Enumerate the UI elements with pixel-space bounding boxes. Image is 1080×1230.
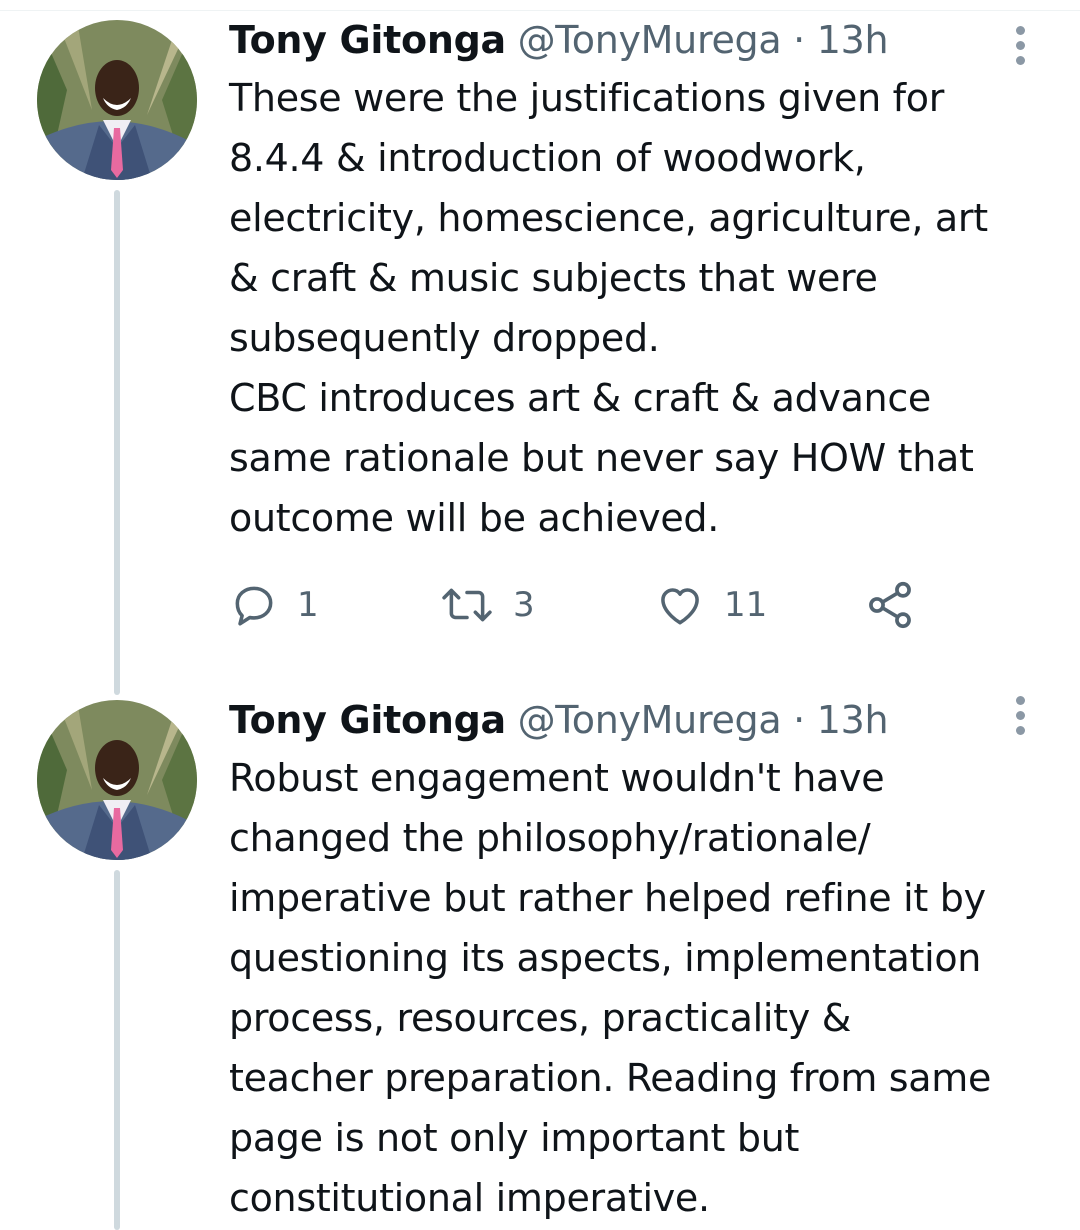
tweet-text-line: changed the philosophy/rationale/ bbox=[229, 816, 871, 860]
tweet-header: Tony Gitonga @TonyMurega · 13h bbox=[229, 5, 889, 75]
tweet-timestamp[interactable]: 13h bbox=[817, 18, 889, 62]
share-button[interactable] bbox=[864, 570, 916, 640]
tweet-text-line: process, resources, practicality & bbox=[229, 996, 852, 1040]
author-handle[interactable]: @TonyMurega bbox=[518, 18, 782, 62]
share-icon bbox=[869, 581, 911, 629]
reply-button[interactable]: 1 bbox=[229, 570, 319, 640]
avatar[interactable] bbox=[37, 20, 197, 180]
more-options-icon[interactable] bbox=[1005, 15, 1035, 75]
retweet-arrows-icon bbox=[442, 588, 492, 622]
header-separator: · bbox=[793, 698, 805, 742]
author-name[interactable]: Tony Gitonga bbox=[229, 698, 506, 742]
tweet-text: Robust engagement wouldn't have changed … bbox=[229, 748, 1059, 1228]
tweet-text-line: & craft & music subjects that were bbox=[229, 256, 878, 300]
tweet-header: Tony Gitonga @TonyMurega · 13h bbox=[229, 685, 889, 755]
tweet[interactable]: Tony Gitonga @TonyMurega · 13h These wer… bbox=[0, 10, 1080, 695]
tweet-timestamp[interactable]: 13h bbox=[817, 698, 889, 742]
tweet-text-line: same rationale but never say HOW that bbox=[229, 436, 974, 480]
more-options-icon[interactable] bbox=[1005, 685, 1035, 745]
like-count: 11 bbox=[724, 585, 768, 625]
like-button[interactable]: 11 bbox=[654, 570, 767, 640]
retweet-button[interactable]: 3 bbox=[439, 570, 535, 640]
tweet-actions: 1 3 11 bbox=[229, 570, 1029, 640]
header-separator: · bbox=[793, 18, 805, 62]
tweet-text-line: subsequently dropped. bbox=[229, 316, 660, 360]
tweet-text-line: Robust engagement wouldn't have bbox=[229, 756, 885, 800]
tweet-text-line: imperative but rather helped refine it b… bbox=[229, 876, 986, 920]
author-name[interactable]: Tony Gitonga bbox=[229, 18, 506, 62]
tweet[interactable]: Tony Gitonga @TonyMurega · 13h Robust en… bbox=[0, 690, 1080, 1230]
reply-count: 1 bbox=[297, 585, 319, 625]
tweet-text-line: page is not only important but bbox=[229, 1116, 800, 1160]
tweet-text-line: electricity, homescience, agriculture, a… bbox=[229, 196, 988, 240]
thread-connector-line bbox=[114, 870, 120, 1230]
tweet-text: These were the justifications given for … bbox=[229, 68, 1059, 548]
speech-bubble-icon bbox=[235, 586, 273, 626]
tweet-text-line: 8.4.4 & introduction of woodwork, bbox=[229, 136, 866, 180]
avatar[interactable] bbox=[37, 700, 197, 860]
tweet-text-line: teacher preparation. Reading from same bbox=[229, 1056, 992, 1100]
tweet-text-line: CBC introduces art & craft & advance bbox=[229, 376, 932, 420]
author-handle[interactable]: @TonyMurega bbox=[518, 698, 782, 742]
tweet-text-line: outcome will be achieved. bbox=[229, 496, 720, 540]
heart-icon bbox=[661, 588, 699, 625]
tweet-text-line: These were the justifications given for bbox=[229, 76, 945, 120]
thread-connector-line bbox=[114, 190, 120, 695]
tweet-text-line: questioning its aspects, implementation bbox=[229, 936, 982, 980]
tweet-text-line: constitutional imperative. bbox=[229, 1176, 710, 1220]
retweet-count: 3 bbox=[513, 585, 535, 625]
